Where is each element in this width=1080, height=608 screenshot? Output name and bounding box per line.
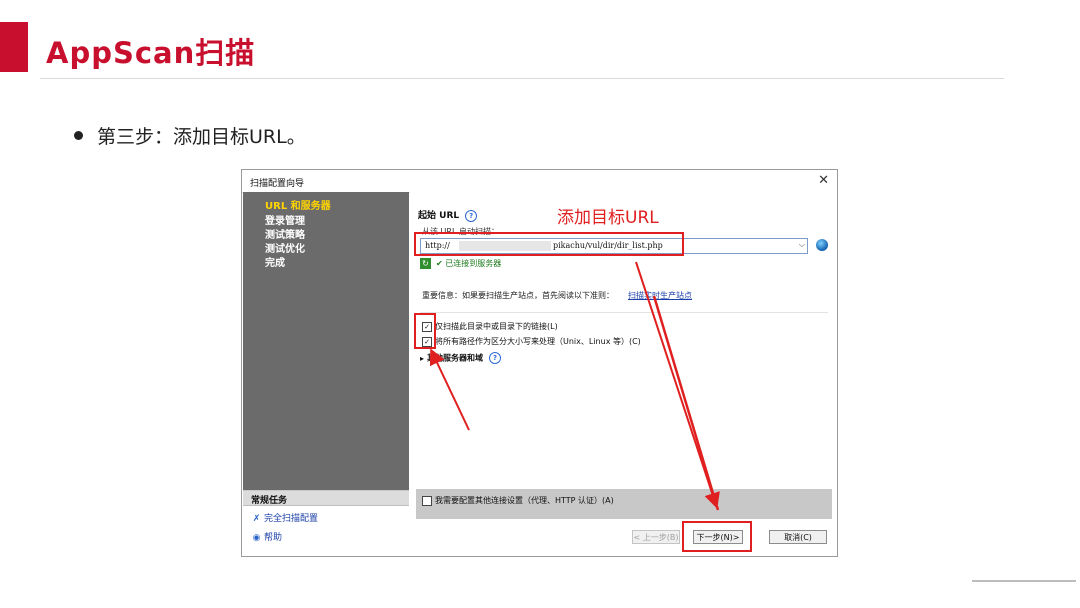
close-icon[interactable]: ✕ [818, 173, 829, 188]
step-complete[interactable]: 完成 [265, 254, 285, 269]
next-button-highlight-box [682, 521, 752, 552]
full-scan-config-link[interactable]: ✗ 完全扫描配置 [251, 511, 318, 524]
step-test-policy[interactable]: 测试策略 [265, 226, 305, 241]
wizard-step-sidebar: URL 和服务器 登录管理 测试策略 测试优化 完成 [243, 192, 409, 519]
proxy-checkbox[interactable] [422, 495, 432, 506]
bullet-item: 第三步：添加目标URL。 [74, 122, 306, 149]
annotation-label: 添加目标URL [557, 208, 659, 228]
checkbox-highlight-box [414, 313, 436, 349]
live-site-scan-link[interactable]: 扫描实时生产站点 [628, 291, 692, 300]
bullet-text: 第三步：添加目标URL。 [97, 126, 306, 148]
step-url-servers[interactable]: URL 和服务器 [265, 197, 331, 212]
footer-divider [972, 580, 1076, 582]
other-servers-expander[interactable]: ▸ 其他服务器和域? [420, 352, 502, 364]
title-accent-bar [0, 22, 28, 72]
slide-title: AppScan扫描 [46, 36, 256, 70]
expand-arrow-icon: ▸ [420, 353, 425, 363]
url-highlight-box [414, 232, 684, 256]
connection-settings-panel: 我需要配置其他连接设置（代理、HTTP 认证）(A) [416, 489, 832, 519]
case-sensitive-checkbox-row[interactable]: ✓ 将所有路径作为区分大小写来处理（Unix、Linux 等）(C) [422, 336, 641, 347]
start-url-label: 起始 URL? [418, 208, 478, 222]
help-circle-icon[interactable]: ? [465, 209, 478, 222]
tools-icon: ✗ [252, 514, 261, 524]
title-divider [40, 78, 1004, 79]
step-login-management[interactable]: 登录管理 [265, 212, 305, 227]
common-tasks-header: 常规任务 [243, 491, 409, 506]
proxy-checkbox-row[interactable]: 我需要配置其他连接设置（代理、HTTP 认证）(A) [422, 495, 614, 506]
help-link[interactable]: ◉ 帮助 [251, 530, 282, 543]
step-test-optimization[interactable]: 测试优化 [265, 240, 305, 255]
section-divider [420, 312, 828, 313]
window-title: 扫描配置向导 [250, 179, 305, 189]
chevron-down-icon[interactable]: ⌵ [799, 240, 805, 250]
connection-status: ↻ ✔ 已连接到服务器 [420, 258, 501, 269]
only-dir-checkbox-row[interactable]: ✓ 仅扫描此目录中或目录下的链接(L) [422, 321, 558, 332]
bullet-dot [74, 131, 83, 140]
important-info: 重要信息：如果要扫描生产站点，首先阅读以下准则： 扫描实时生产站点 [422, 291, 692, 300]
help-circle-icon[interactable]: ? [489, 352, 502, 364]
help-icon: ◉ [252, 533, 261, 543]
common-tasks-panel: 常规任务 ✗ 完全扫描配置 ◉ 帮助 [243, 490, 409, 553]
window-titlebar: 扫描配置向导 ✕ [242, 170, 837, 193]
scan-config-wizard-window: 扫描配置向导 ✕ URL 和服务器 登录管理 测试策略 测试优化 完成 常规任务… [241, 169, 838, 557]
back-button[interactable]: < 上一步(B) [632, 530, 680, 544]
globe-icon[interactable] [816, 239, 828, 251]
cancel-button[interactable]: 取消(C) [769, 530, 827, 544]
refresh-icon[interactable]: ↻ [420, 258, 431, 269]
